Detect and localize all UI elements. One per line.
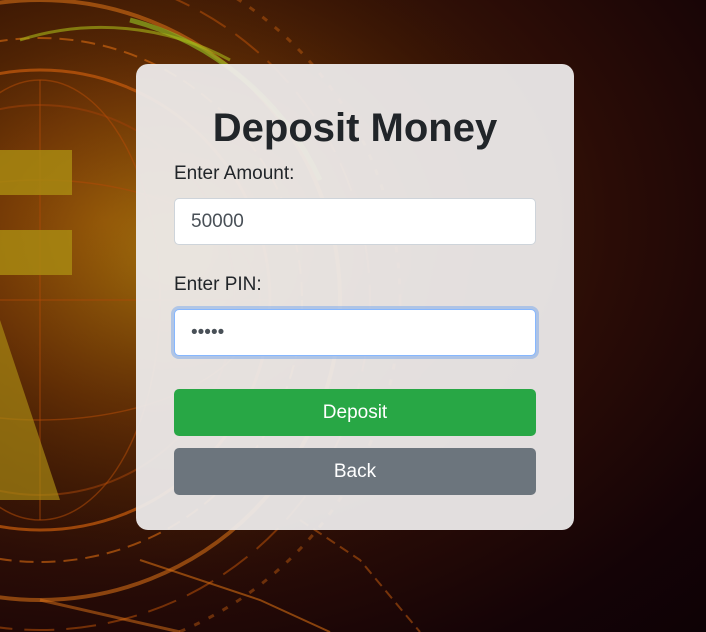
page-title: Deposit Money — [212, 106, 498, 150]
amount-label: Enter Amount: — [174, 163, 295, 184]
pin-field[interactable] — [174, 309, 536, 356]
amount-field[interactable] — [174, 198, 536, 245]
deposit-button[interactable]: Deposit — [174, 389, 536, 436]
deposit-card: Deposit Money Enter Amount: Enter PIN: D… — [136, 64, 574, 530]
pin-label: Enter PIN: — [174, 274, 262, 295]
back-button[interactable]: Back — [174, 448, 536, 495]
